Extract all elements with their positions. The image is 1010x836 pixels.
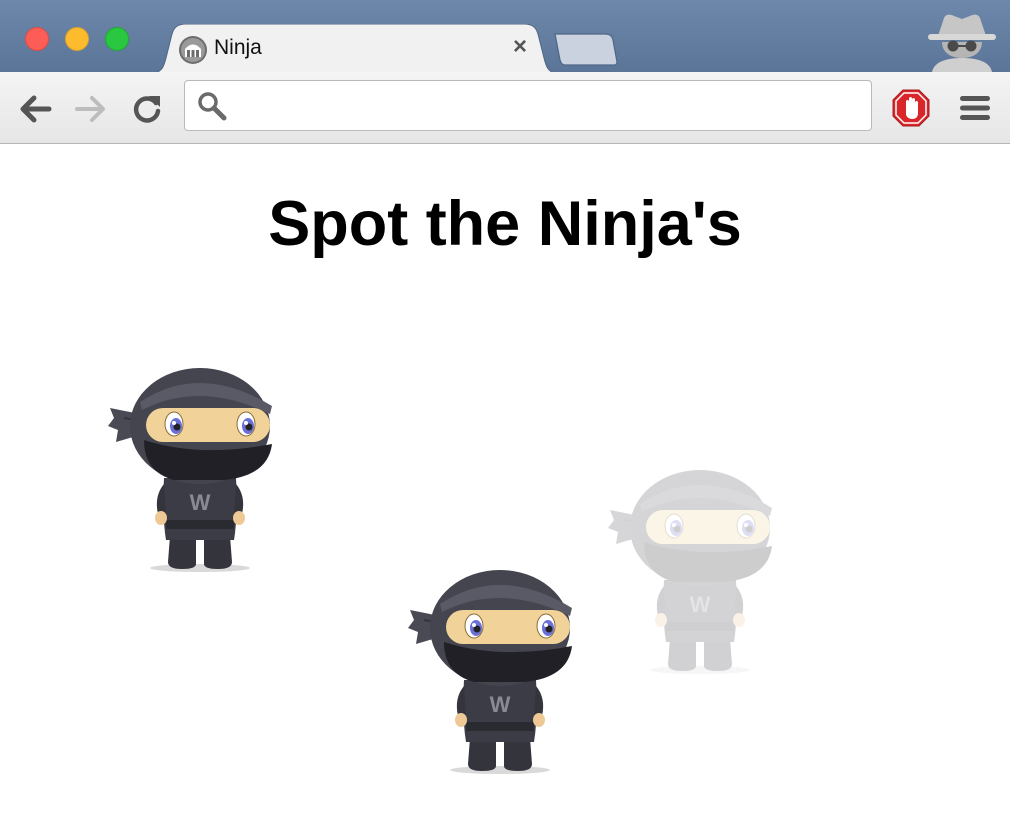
address-bar[interactable] xyxy=(184,80,872,131)
hamburger-menu-icon xyxy=(960,96,990,120)
browser-tab[interactable]: Ninja × xyxy=(152,24,557,73)
reload-icon xyxy=(133,96,161,123)
minimize-window-button[interactable] xyxy=(65,27,89,51)
ninja-illustration xyxy=(104,366,284,576)
close-window-button[interactable] xyxy=(25,27,49,51)
address-input[interactable] xyxy=(237,89,861,123)
arrow-right-icon xyxy=(75,96,105,122)
ninja-favicon-icon xyxy=(178,35,208,65)
ninja-figure[interactable] xyxy=(404,568,584,778)
new-tab-button[interactable] xyxy=(553,32,619,66)
window-titlebar: Ninja × xyxy=(0,0,1010,73)
search-icon xyxy=(197,91,227,121)
forward-button[interactable] xyxy=(74,92,108,126)
tab-title: Ninja xyxy=(214,36,262,59)
ninja-illustration xyxy=(404,568,584,778)
page-heading: Spot the Ninja's xyxy=(268,189,742,259)
ninja-illustration xyxy=(604,468,784,678)
browser-toolbar xyxy=(0,72,1010,144)
adblock-button[interactable] xyxy=(892,89,930,127)
chrome-menu-button[interactable] xyxy=(958,92,992,124)
back-button[interactable] xyxy=(18,92,52,126)
reload-button[interactable] xyxy=(130,92,164,126)
incognito-spy-icon xyxy=(924,12,1000,72)
ninja-figure[interactable] xyxy=(104,366,284,576)
tab-close-icon[interactable]: × xyxy=(507,34,533,60)
ninja-figure-faded[interactable] xyxy=(604,468,784,678)
stop-hand-icon xyxy=(892,89,930,127)
tab-shape xyxy=(152,24,557,73)
maximize-window-button[interactable] xyxy=(105,27,129,51)
arrow-left-icon xyxy=(20,95,52,123)
